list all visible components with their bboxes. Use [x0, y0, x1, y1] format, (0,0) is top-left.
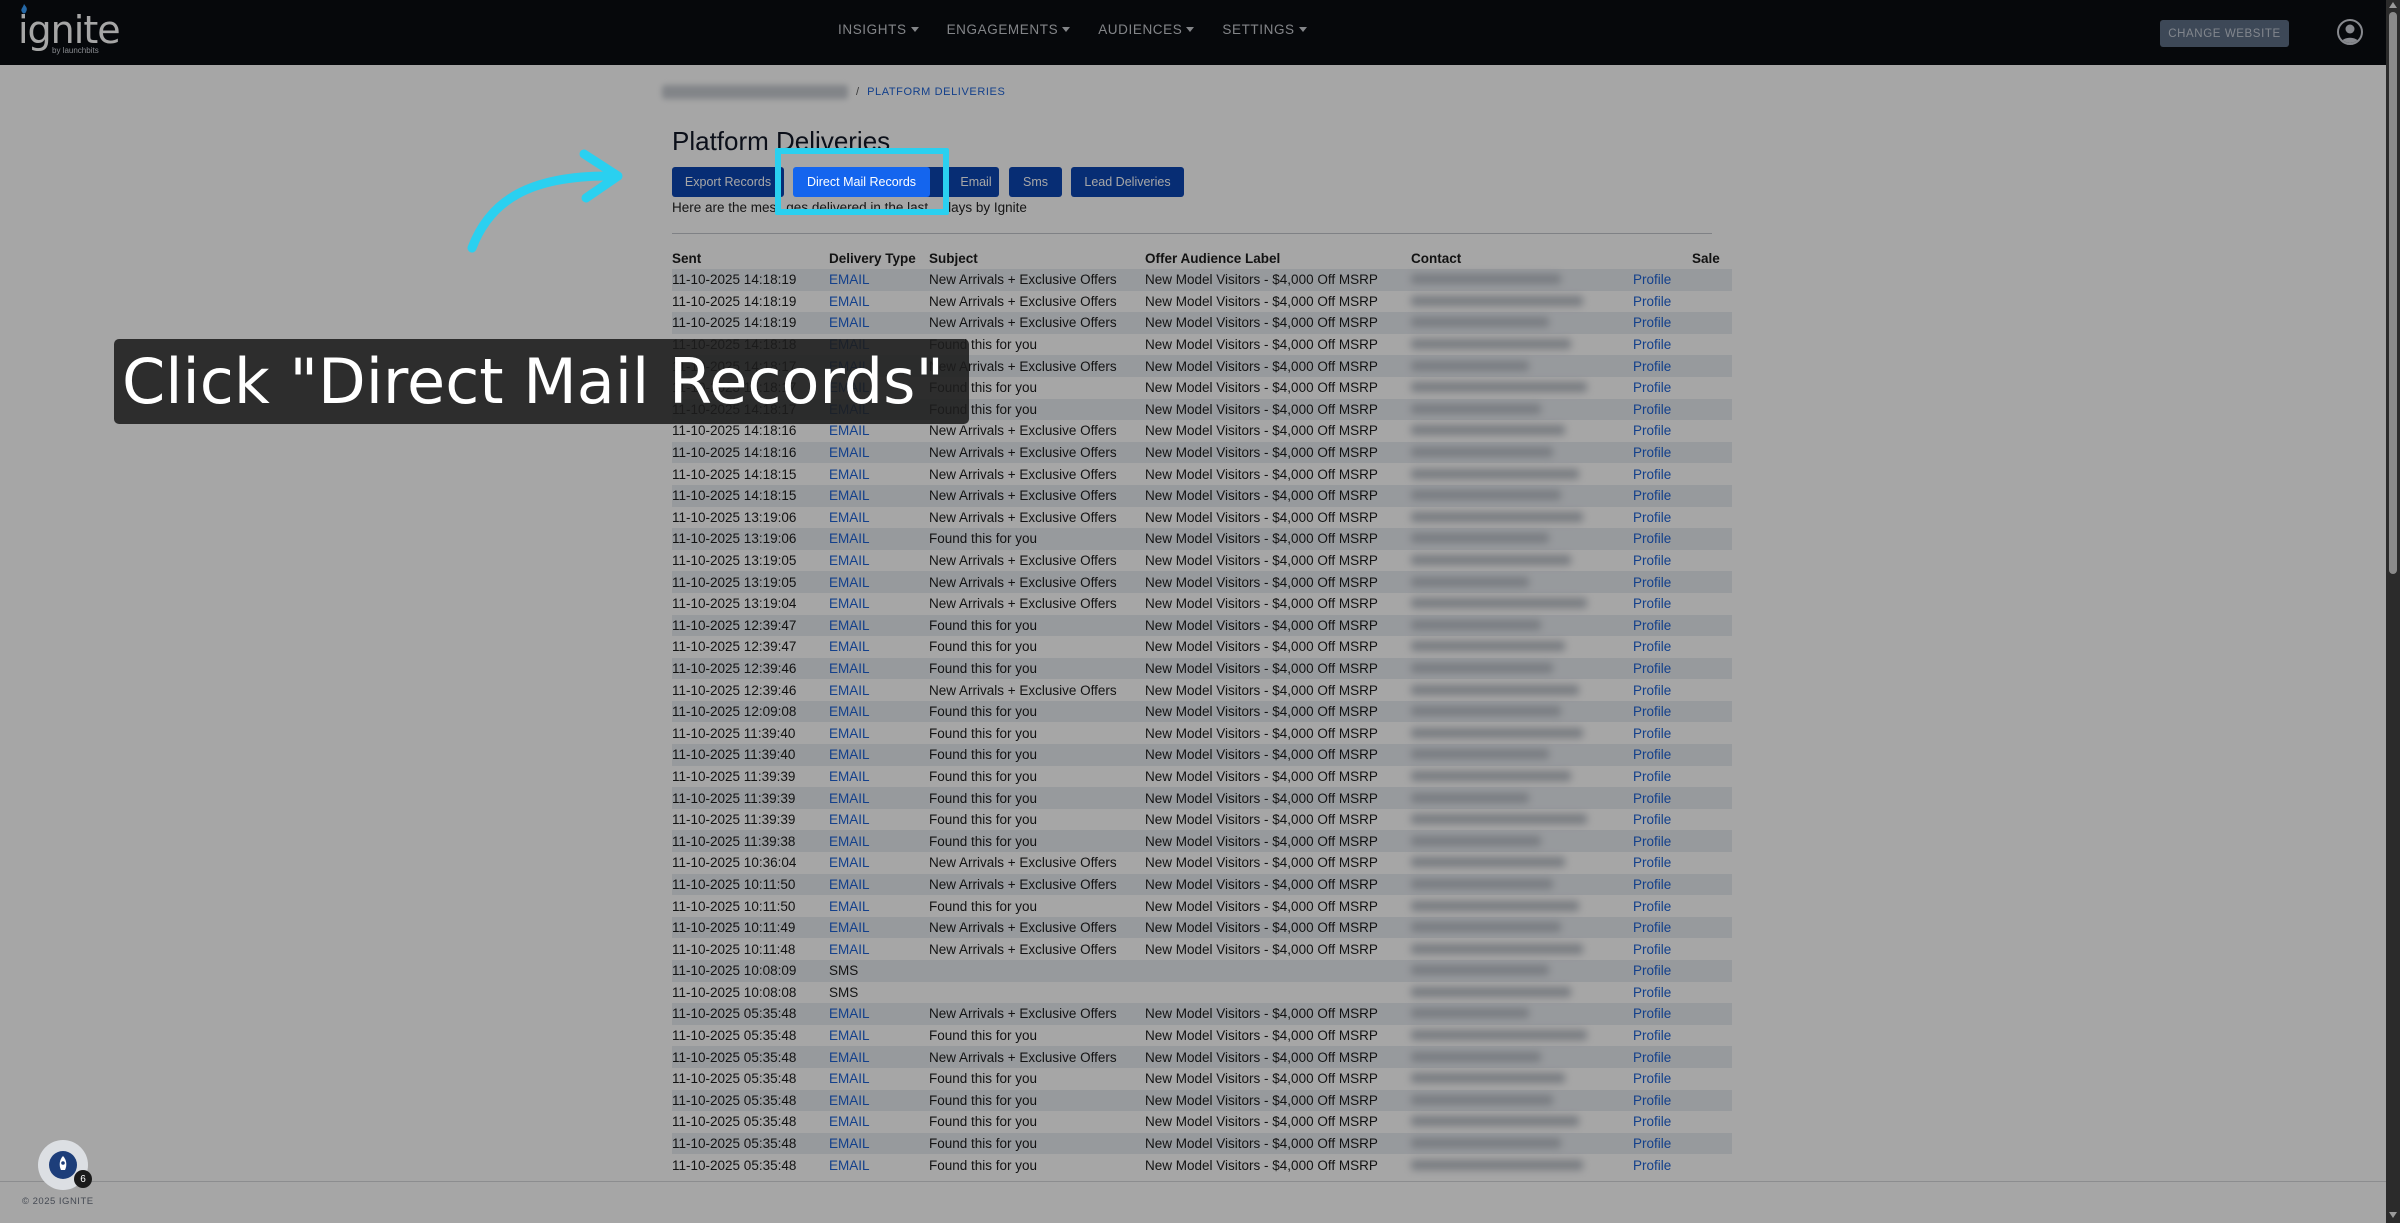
- tutorial-caption: Click "Direct Mail Records": [114, 339, 969, 424]
- guide-helper-button[interactable]: 6: [38, 1140, 92, 1190]
- notification-badge: 6: [74, 1170, 92, 1188]
- rocket-icon: [49, 1151, 77, 1179]
- direct-mail-records-button[interactable]: Direct Mail Records: [793, 167, 930, 197]
- scroll-down-icon[interactable]: [2389, 1212, 2397, 1218]
- tutorial-dim-overlay: [0, 0, 2400, 1223]
- vertical-scrollbar[interactable]: [2386, 0, 2400, 1223]
- curved-arrow-icon: [467, 149, 623, 253]
- scrollbar-thumb[interactable]: [2389, 12, 2397, 574]
- scroll-up-icon[interactable]: [2389, 2, 2397, 8]
